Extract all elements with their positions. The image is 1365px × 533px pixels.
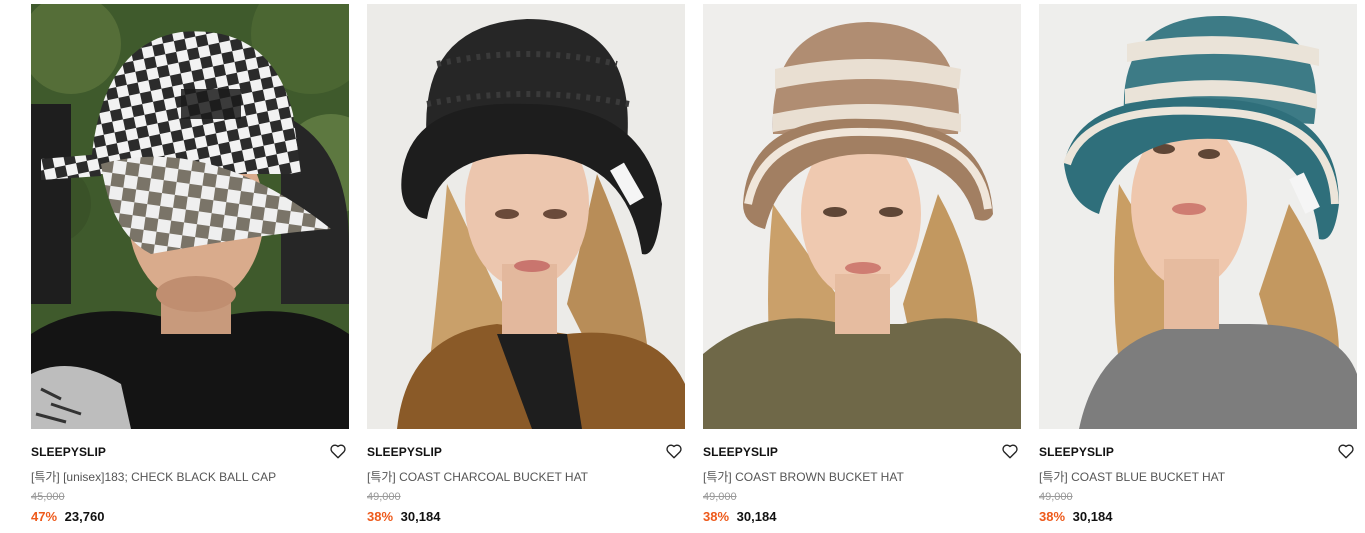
product-card[interactable]: SLEEPYSLIP [특가] [unisex]183; CHECK BLACK…	[31, 4, 349, 529]
sale-price: 23,760	[64, 509, 105, 524]
heart-icon[interactable]	[1001, 442, 1019, 460]
sale-price: 30,184	[400, 509, 441, 524]
product-name[interactable]: [특가] COAST BLUE BUCKET HAT	[1039, 468, 1225, 485]
charcoal-bucket-hat-photo	[367, 4, 685, 429]
heart-icon[interactable]	[665, 442, 683, 460]
product-name[interactable]: [특가] COAST BROWN BUCKET HAT	[703, 468, 904, 485]
blue-bucket-hat-photo	[1039, 4, 1357, 429]
heart-icon[interactable]	[329, 442, 347, 460]
checkered-ball-cap-photo	[31, 4, 349, 429]
brand-name[interactable]: SLEEPYSLIP	[703, 445, 778, 459]
brand-name[interactable]: SLEEPYSLIP	[1039, 445, 1114, 459]
product-name[interactable]: [특가] [unisex]183; CHECK BLACK BALL CAP	[31, 468, 276, 485]
original-price: 49,000	[703, 491, 737, 503]
product-card[interactable]: SLEEPYSLIP [특가] COAST BROWN BUCKET HAT 4…	[703, 4, 1021, 529]
brand-name[interactable]: SLEEPYSLIP	[367, 445, 442, 459]
discount-rate: 47%	[31, 509, 58, 524]
sale-price: 30,184	[736, 509, 777, 524]
original-price: 45,000	[31, 491, 65, 503]
product-info: SLEEPYSLIP [특가] [unisex]183; CHECK BLACK…	[31, 429, 349, 529]
original-price: 49,000	[1039, 491, 1073, 503]
sale-price: 30,184	[1072, 509, 1113, 524]
heart-icon[interactable]	[1337, 442, 1355, 460]
product-card[interactable]: SLEEPYSLIP [특가] COAST CHARCOAL BUCKET HA…	[367, 4, 685, 529]
discount-rate: 38%	[367, 509, 394, 524]
product-image[interactable]	[1039, 4, 1357, 429]
product-name[interactable]: [특가] COAST CHARCOAL BUCKET HAT	[367, 468, 588, 485]
price-row: 38% 30,184	[367, 509, 440, 524]
product-info: SLEEPYSLIP [특가] COAST BROWN BUCKET HAT 4…	[703, 429, 1021, 529]
original-price: 49,000	[367, 491, 401, 503]
price-row: 38% 30,184	[703, 509, 776, 524]
product-grid: SLEEPYSLIP [특가] [unisex]183; CHECK BLACK…	[31, 4, 1357, 529]
product-image[interactable]	[703, 4, 1021, 429]
product-info: SLEEPYSLIP [특가] COAST CHARCOAL BUCKET HA…	[367, 429, 685, 529]
discount-rate: 38%	[703, 509, 730, 524]
product-image[interactable]	[367, 4, 685, 429]
discount-rate: 38%	[1039, 509, 1066, 524]
brand-name[interactable]: SLEEPYSLIP	[31, 445, 106, 459]
price-row: 38% 30,184	[1039, 509, 1112, 524]
product-info: SLEEPYSLIP [특가] COAST BLUE BUCKET HAT 49…	[1039, 429, 1357, 529]
brown-bucket-hat-photo	[703, 4, 1021, 429]
product-image[interactable]	[31, 4, 349, 429]
product-card[interactable]: SLEEPYSLIP [특가] COAST BLUE BUCKET HAT 49…	[1039, 4, 1357, 529]
price-row: 47% 23,760	[31, 509, 104, 524]
